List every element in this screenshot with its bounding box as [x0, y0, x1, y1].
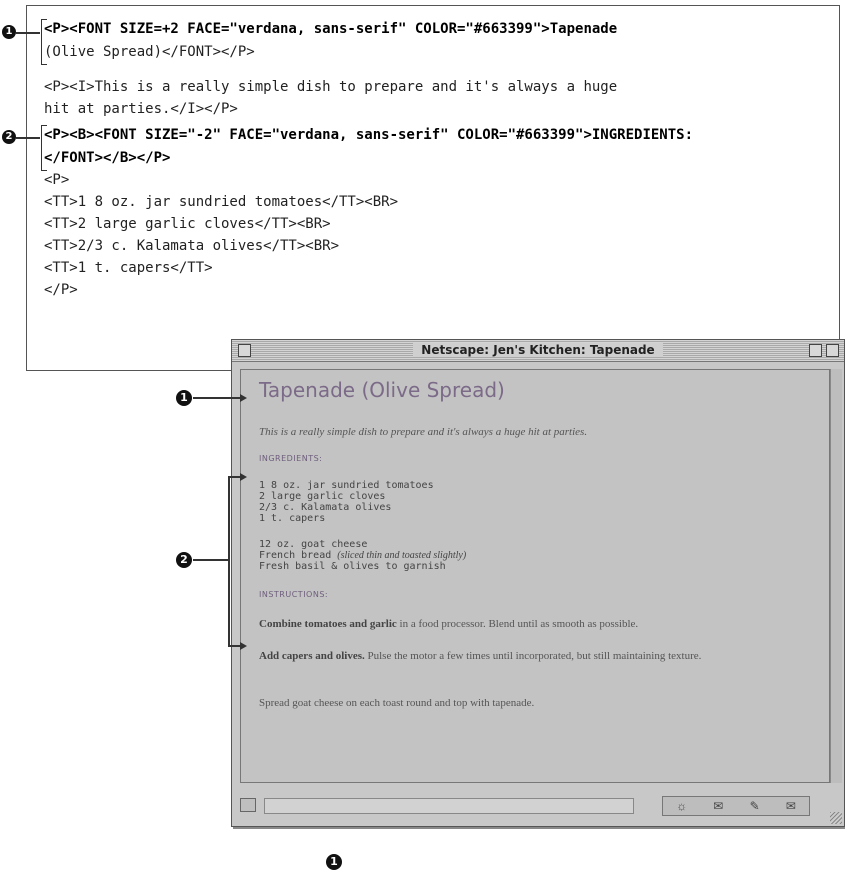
- status-message: [264, 798, 634, 814]
- code-line-1: <P><FONT SIZE=+2 FACE="verdana, sans-ser…: [44, 21, 618, 37]
- callout-2-connector: [193, 559, 229, 561]
- recipe-heading: Tapenade (Olive Spread): [259, 378, 505, 402]
- recipe-intro: This is a really simple dish to prepare …: [259, 426, 588, 438]
- browser-statusbar: ☼ ✉ ✎ ✉: [232, 790, 844, 826]
- navigator-icon[interactable]: ☼: [676, 799, 687, 813]
- ingredient-line: 2/3 c. Kalamata olives: [259, 502, 392, 513]
- code-line-7: <P>: [44, 172, 70, 188]
- ingredient-line: 1 t. capers: [259, 513, 326, 524]
- figure-callout-1: 1: [176, 390, 192, 406]
- ingredient-line: 1 8 oz. jar sundried tomatoes: [259, 480, 434, 491]
- resize-grip-icon[interactable]: [830, 812, 842, 824]
- figure-callout-2: 2: [176, 552, 192, 568]
- code-line-3: <P><I>This is a really simple dish to pr…: [44, 79, 618, 95]
- browser-window-title: Netscape: Jen's Kitchen: Tapenade: [232, 343, 844, 357]
- code-callout-1: 1: [2, 25, 16, 39]
- code-line-4: hit at parties.</I></P>: [44, 101, 238, 117]
- composer-icon[interactable]: ✎: [750, 799, 760, 813]
- extra-line: Fresh basil & olives to garnish: [259, 561, 446, 572]
- code-callout-1-line: [16, 32, 40, 34]
- arrow-head-icon: [240, 473, 247, 481]
- code-line-5: <P><B><FONT SIZE="-2" FACE="verdana, san…: [44, 127, 694, 143]
- ingredients-heading: INGREDIENTS:: [259, 454, 323, 463]
- browser-window: Netscape: Jen's Kitchen: Tapenade Tapena…: [231, 339, 845, 827]
- instruction-step: Combine tomatoes and garlic in a food pr…: [259, 618, 639, 630]
- page-content: Tapenade (Olive Spread) This is a really…: [240, 369, 830, 783]
- code-line-11: <TT>1 t. capers</TT>: [44, 260, 213, 276]
- code-line-10: <TT>2/3 c. Kalamata olives</TT><BR>: [44, 238, 340, 254]
- browser-titlebar[interactable]: Netscape: Jen's Kitchen: Tapenade: [232, 340, 844, 362]
- vertical-scrollbar[interactable]: [830, 369, 842, 783]
- callout-1-arrow: [193, 397, 241, 399]
- figure-callout-bottom: 1: [326, 854, 342, 870]
- code-callout-2-line: [16, 137, 40, 139]
- extra-note: (sliced thin and toasted slightly): [337, 550, 467, 561]
- code-line-8: <TT>1 8 oz. jar sundried tomatoes</TT><B…: [44, 194, 399, 210]
- code-listing: <P><FONT SIZE=+2 FACE="verdana, sans-ser…: [26, 5, 840, 371]
- code-line-6: </FONT></B></P>: [44, 150, 171, 166]
- instructions-heading: INSTRUCTIONS:: [259, 590, 329, 599]
- component-bar: ☼ ✉ ✎ ✉: [662, 796, 810, 816]
- code-line-12: </P>: [44, 282, 78, 298]
- instruction-step: Add capers and olives. Pulse the motor a…: [259, 650, 702, 662]
- security-lock-icon[interactable]: [240, 798, 256, 812]
- collapse-box-icon[interactable]: [826, 344, 839, 357]
- zoom-box-icon[interactable]: [809, 344, 822, 357]
- callout-2-vertical: [228, 476, 230, 646]
- extra-line: 12 oz. goat cheese: [259, 539, 368, 550]
- arrow-head-icon: [240, 394, 247, 402]
- discussion-icon[interactable]: ✉: [786, 799, 796, 813]
- code-line-2: (Olive Spread)</FONT></P>: [44, 44, 255, 60]
- code-line-9: <TT>2 large garlic cloves</TT><BR>: [44, 216, 331, 232]
- mail-icon[interactable]: ✉: [713, 799, 723, 813]
- code-callout-2: 2: [2, 130, 16, 144]
- arrow-head-icon: [240, 642, 247, 650]
- extra-line: French bread (sliced thin and toasted sl…: [259, 550, 467, 561]
- instruction-step: Spread goat cheese on each toast round a…: [259, 697, 535, 709]
- ingredient-line: 2 large garlic cloves: [259, 491, 386, 502]
